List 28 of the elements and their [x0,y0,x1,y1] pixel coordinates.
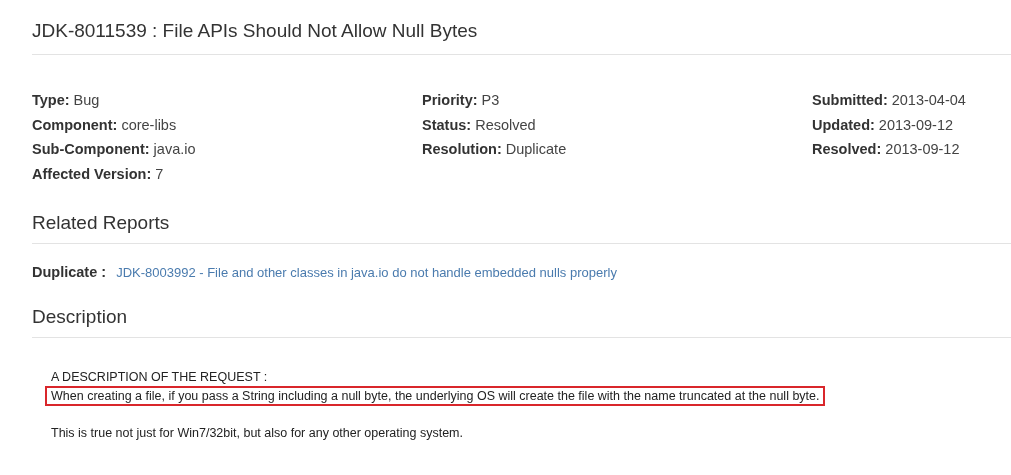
page-title: JDK-8011539 : File APIs Should Not Allow Null Bytes [32,20,478,43]
description-text: This is true not just for Win7/32bit, but also for any other operating system. [51,425,464,442]
field-label: Sub-Component: [32,141,150,157]
field-value: Duplicate [505,141,567,157]
section-heading: Description [32,306,128,329]
field-label: Resolution: [422,141,502,157]
field-label: Affected Version: [32,165,152,182]
field-label: Type: [32,92,70,108]
report-link[interactable]: JDK-8003992 - File and other classes in java.io do not handle embedded nulls properly [116,265,617,280]
field-label: Status: [422,116,472,133]
field-value: 7 [155,165,164,182]
field-label: Component: [32,116,118,133]
section-heading: Related Reports [32,212,170,235]
field-value: Resolved [475,116,536,133]
field-label: Priority: [422,92,478,108]
description-text: A DESCRIPTION OF THE REQUEST : [51,369,269,386]
field-value: java.io [153,141,196,157]
field-value: P3 [481,92,500,108]
field-value: core-libs [121,116,177,133]
field-value: 2013-09-12 [885,141,960,157]
field-label: Submitted: [812,92,888,108]
field-value: 2013-09-12 [878,116,953,133]
relation-label: Duplicate : [32,264,107,280]
highlighted-text: When creating a file, if you pass a String including a null byte, the underlying OS will create the file with the name truncated at the null byte. [45,386,826,406]
field-value: 2013-04-04 [891,92,966,108]
field-label: Resolved: [812,141,882,157]
field-label: Updated: [812,116,875,133]
field-value: Bug [73,92,100,108]
